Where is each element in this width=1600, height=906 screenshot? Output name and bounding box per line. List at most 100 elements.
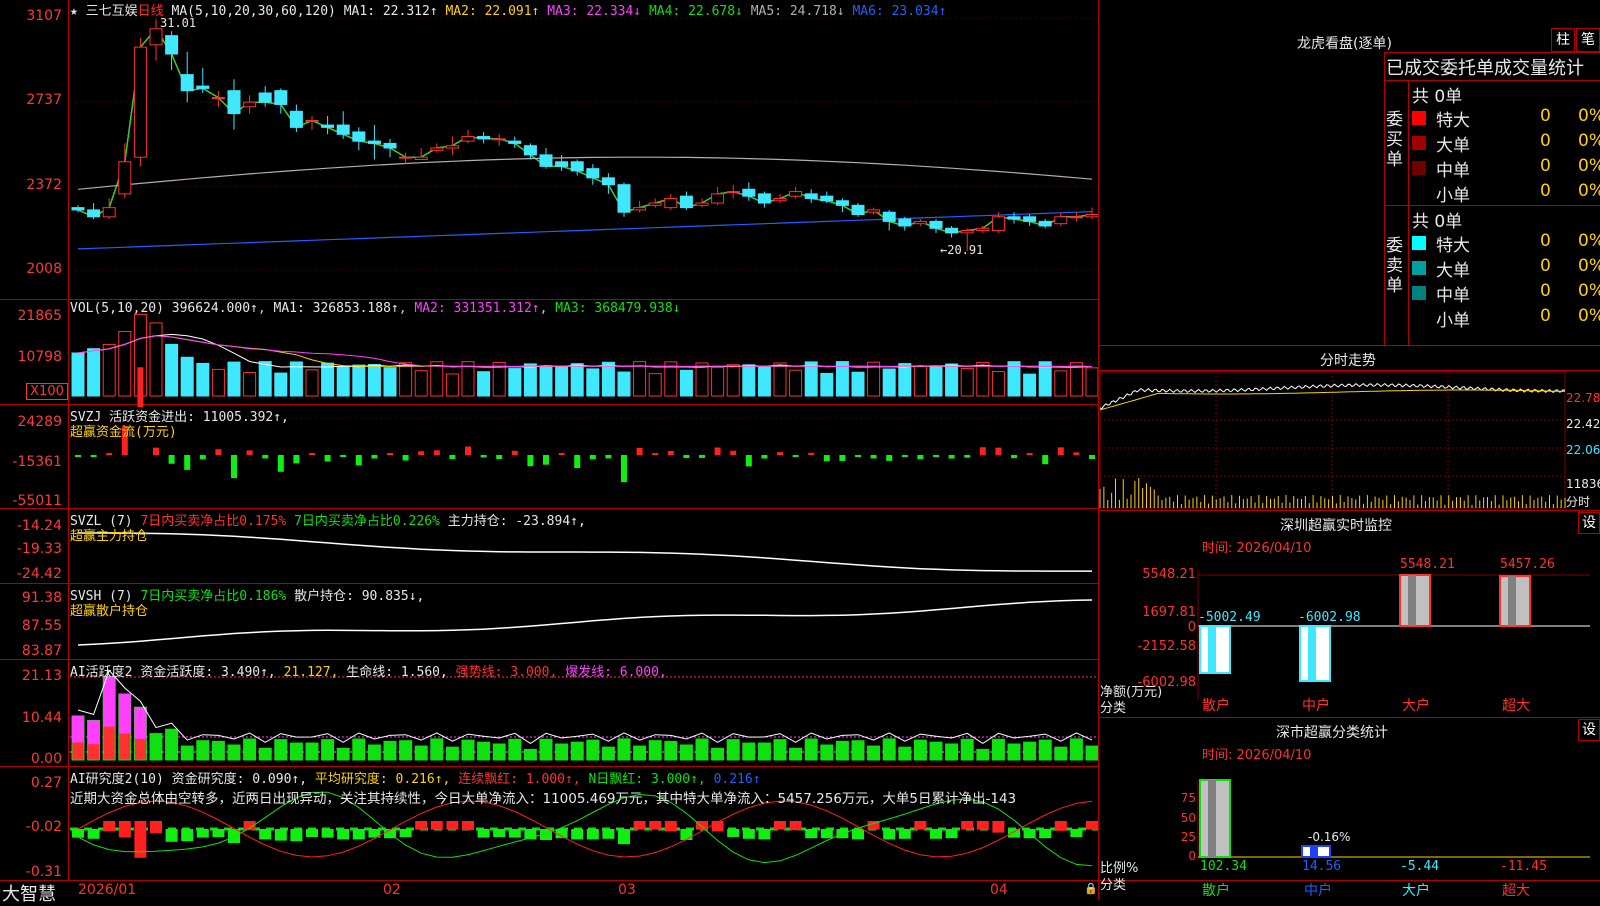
candle-body <box>1008 217 1020 219</box>
order-percent: 0% <box>1578 306 1600 326</box>
intraday-axis-label: 分时 <box>1566 493 1590 510</box>
sell-side-label: 委卖单 <box>1386 236 1406 296</box>
activity-bar <box>587 740 599 760</box>
candle-body <box>88 210 100 217</box>
sz-bar-value: -5002.49 <box>1198 610 1261 625</box>
order-size-swatch <box>1412 186 1426 200</box>
activity-bar <box>680 745 692 760</box>
candle-body <box>244 102 256 107</box>
svsh-subtitle: 超赢散户持仓 <box>70 600 148 619</box>
vol-axis-label: 21865 <box>0 308 62 324</box>
research-bar <box>415 821 427 830</box>
ai-active-header: AI活跃度2 资金活跃度: 3.490↑, 21.127, 生命线: 1.560… <box>70 661 667 680</box>
flow-bar <box>652 453 658 455</box>
buy-side-label: 委买单 <box>1386 110 1406 170</box>
cls-settings-button[interactable]: 设 <box>1578 719 1600 741</box>
volume-bar <box>649 374 661 396</box>
cls-title: 深市超赢分类统计 <box>1276 722 1388 742</box>
order-percent: 0% <box>1578 106 1600 126</box>
activity-bar-top <box>88 720 100 744</box>
time-axis-label: 03 <box>618 882 636 898</box>
cls-bar <box>1200 780 1230 857</box>
bar-view-button[interactable]: 柱 <box>1551 28 1575 52</box>
flow-bar <box>1042 455 1048 464</box>
candle-body <box>509 141 521 143</box>
activity-bar <box>805 739 817 760</box>
candle-body <box>72 208 84 210</box>
activity-bar <box>244 739 256 760</box>
cls-bar-value: -11.45 <box>1500 859 1547 874</box>
sz-axis-label: 5548.21 <box>1110 567 1196 582</box>
research-bar <box>571 829 583 839</box>
flow-bar <box>902 455 908 457</box>
cls-category-label: 大户 <box>1402 882 1430 899</box>
divider <box>1384 52 1385 345</box>
ai-active-axis-label: 0.00 <box>0 751 62 767</box>
volume-bar <box>306 370 318 396</box>
activity-bar <box>696 739 708 760</box>
research-bar <box>150 821 162 833</box>
activity-bar <box>821 745 833 760</box>
candle-body <box>836 201 848 206</box>
flow-bar <box>293 455 299 463</box>
flow-bar <box>746 455 752 466</box>
activity-bar <box>415 746 427 760</box>
research-bar <box>1055 821 1067 831</box>
low-annotation: ←20.91 <box>940 243 983 257</box>
cls-category-label: 中户 <box>1304 882 1332 899</box>
ai-active-axis-label: 21.13 <box>0 668 62 684</box>
research-bar <box>103 821 115 831</box>
candle-body <box>462 137 474 142</box>
main-chart-canvas[interactable] <box>0 0 1098 900</box>
flow-bar <box>824 455 830 461</box>
ma-line <box>78 157 1092 189</box>
order-size-label: 中单 <box>1436 281 1470 306</box>
flow-bar <box>153 448 159 455</box>
candle-body <box>634 208 646 210</box>
research-bar <box>946 829 958 838</box>
flow-bar <box>793 455 799 457</box>
volume-bar <box>883 369 895 396</box>
research-bar <box>259 829 271 839</box>
candle-body <box>322 125 334 127</box>
activity-bar <box>1024 742 1036 760</box>
activity-bar <box>634 746 646 760</box>
activity-bar <box>509 739 521 760</box>
svzl-subtitle: 超赢主力持仓 <box>70 525 148 544</box>
flow-bar <box>418 451 424 455</box>
svzj-subtitle: 超赢资金流(万元) <box>70 421 177 440</box>
lock-icon[interactable]: 🔒 <box>1084 882 1098 895</box>
stock-name: 三七互娱 <box>86 4 138 19</box>
candle-body <box>134 47 146 157</box>
divider <box>1098 370 1600 371</box>
flow-bar <box>1089 455 1095 459</box>
volume-bar <box>119 332 131 397</box>
candle-body <box>1055 217 1067 224</box>
research-bar <box>446 821 458 830</box>
research-bar <box>431 821 443 830</box>
candle-body <box>368 141 380 143</box>
flow-bar <box>200 455 206 459</box>
activity-bar <box>400 741 412 760</box>
research-bar <box>587 829 599 839</box>
flow-bar <box>777 452 783 455</box>
flow-bar <box>325 455 331 461</box>
order-size-label: 中单 <box>1436 156 1470 181</box>
research-bar <box>478 829 490 838</box>
flow-bar <box>699 455 705 458</box>
ma-label: MA(5,10,20,30,60,120) <box>172 4 336 19</box>
order-size-swatch <box>1412 311 1426 325</box>
activity-bar <box>197 741 209 760</box>
intraday-frame <box>1100 372 1565 508</box>
flow-bar <box>169 455 175 464</box>
flow-bar <box>839 455 845 461</box>
volume-bar <box>618 372 630 396</box>
candle-body <box>228 91 240 114</box>
sz-settings-button[interactable]: 设 <box>1578 512 1600 534</box>
activity-bar <box>446 747 458 760</box>
activity-bar <box>961 739 973 760</box>
research-bar <box>602 829 614 839</box>
activity-bar <box>212 741 224 760</box>
pen-view-button[interactable]: 笔 <box>1576 28 1600 52</box>
volume-bar <box>727 365 739 396</box>
